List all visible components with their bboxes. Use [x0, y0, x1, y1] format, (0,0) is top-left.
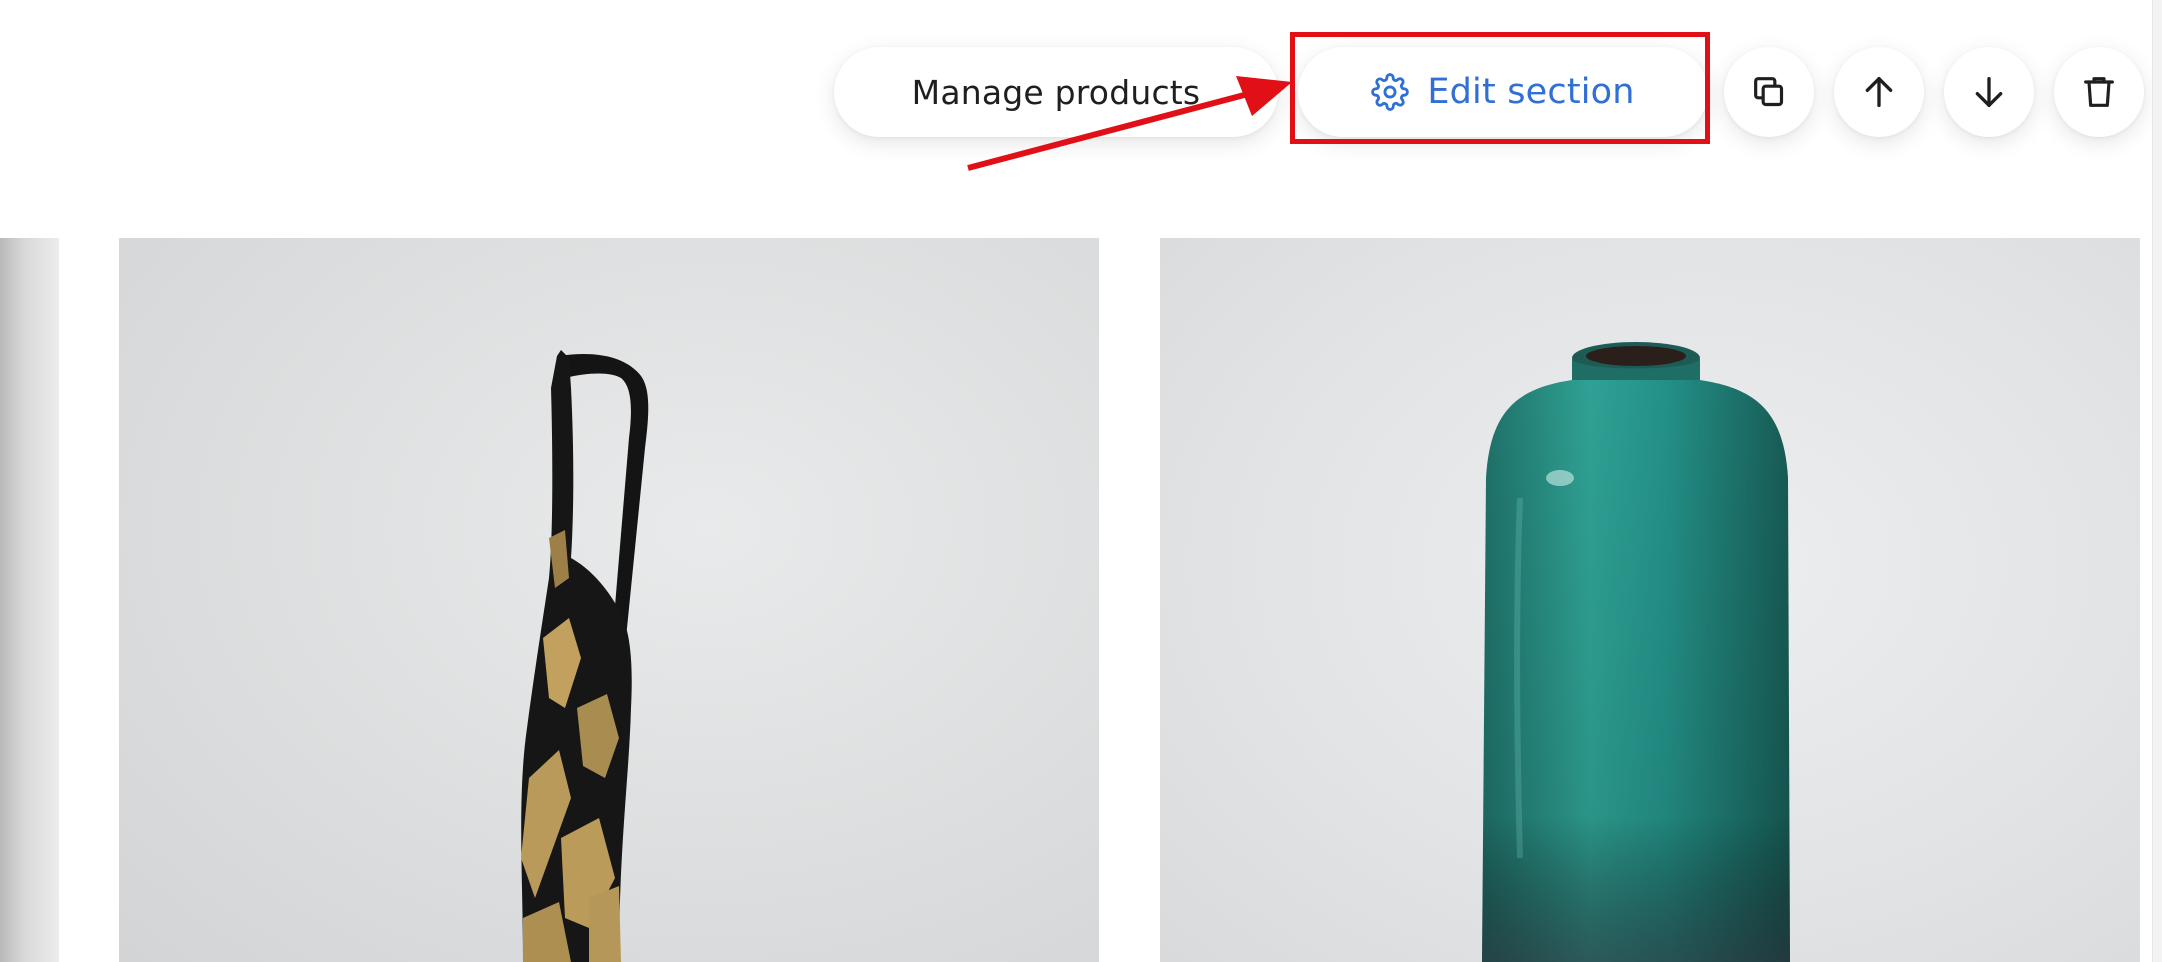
scrollbar-track[interactable] [2152, 0, 2162, 962]
product-image-partial[interactable] [0, 238, 59, 962]
move-section-down-button[interactable] [1944, 47, 2034, 137]
arrow-up-icon [1865, 77, 1893, 108]
delete-section-button[interactable] [2054, 47, 2144, 137]
product-image-teal-vase[interactable] [1160, 238, 2140, 962]
duplicate-icon [1754, 77, 1784, 107]
manage-products-button[interactable]: Manage products [834, 47, 1278, 137]
page: Manage products Edit section [0, 0, 2162, 962]
duplicate-section-button[interactable] [1724, 47, 1814, 137]
teal-patina-vase-illustration [1482, 342, 1790, 962]
product-image-black-gold-vase[interactable] [119, 238, 1099, 962]
move-section-up-button[interactable] [1834, 47, 1924, 137]
black-and-gold-pitcher-vase-illustration [521, 350, 649, 962]
edit-section-label: Edit section [1427, 72, 1635, 112]
edit-section-button[interactable]: Edit section [1298, 47, 1708, 137]
manage-products-label: Manage products [911, 72, 1201, 112]
trash-icon [2084, 77, 2114, 107]
arrow-down-icon [1975, 77, 2003, 108]
gear-icon [1371, 73, 1410, 111]
